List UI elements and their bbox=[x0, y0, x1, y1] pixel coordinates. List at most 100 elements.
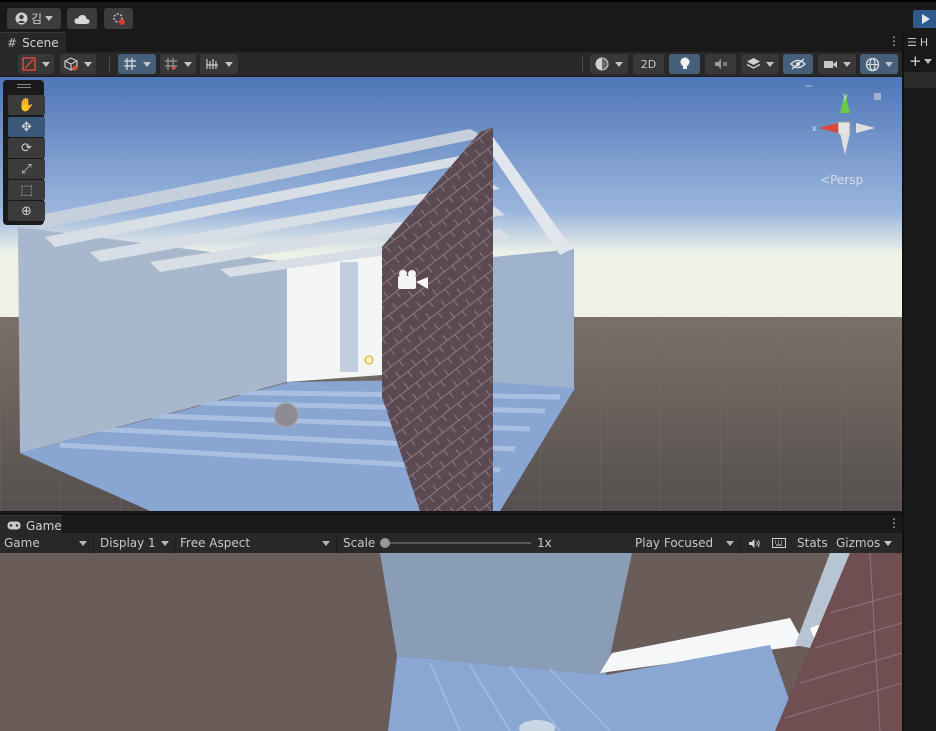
light-bulb-icon bbox=[680, 57, 689, 69]
chevron-down-icon bbox=[322, 541, 330, 546]
toolbar-divider bbox=[582, 57, 583, 72]
hierarchy-row[interactable] bbox=[904, 72, 936, 88]
game-tab-bar: Game ⋮ bbox=[0, 513, 902, 535]
main-toolbar: 김 bbox=[0, 0, 936, 32]
chevron-down-icon bbox=[843, 61, 851, 67]
scene-light-icon bbox=[364, 355, 374, 365]
game-view-dropdown[interactable]: Game bbox=[0, 533, 94, 553]
scale-slider[interactable] bbox=[380, 533, 532, 553]
hierarchy-add-button[interactable]: + bbox=[909, 52, 932, 70]
tool-palette: ✋ ✥ ⟳ ⤢ ⬚ ⊕ bbox=[3, 80, 45, 225]
unity-editor: 김 # Scene ⋮ 2D y x <Persp ✋ ✥ ⟳ ⤢ ⬚ ⊕ Ga… bbox=[0, 0, 936, 731]
collab-button[interactable] bbox=[104, 8, 133, 29]
scene-viewport[interactable]: y x <Persp bbox=[0, 77, 902, 511]
transform-tool[interactable]: ⊕ bbox=[8, 201, 45, 221]
keyboard-toggle[interactable] bbox=[768, 533, 790, 553]
chevron-down-icon bbox=[42, 61, 50, 67]
camera-dropdown[interactable] bbox=[818, 54, 856, 74]
tab-hierarchy-label: H bbox=[919, 35, 929, 49]
scene-visibility-toggle[interactable] bbox=[783, 54, 813, 74]
chevron-down-icon bbox=[923, 58, 932, 64]
chevron-down-icon bbox=[79, 541, 87, 546]
keyboard-icon bbox=[772, 538, 786, 548]
scene-toolbar: 2D bbox=[0, 52, 902, 77]
game-view-label: Game bbox=[4, 536, 40, 550]
scale-label: Scale bbox=[343, 536, 376, 550]
eye-hidden-icon bbox=[790, 58, 806, 70]
camera-icon bbox=[824, 60, 837, 68]
aspect-dropdown[interactable]: Free Aspect bbox=[176, 533, 337, 553]
speaker-icon bbox=[748, 538, 760, 548]
audio-mute-icon bbox=[714, 59, 727, 69]
cloud-button[interactable] bbox=[67, 8, 97, 29]
tab-game-label: Game bbox=[26, 518, 62, 533]
move-icon: ✥ bbox=[21, 119, 32, 135]
move-tool[interactable]: ✥ bbox=[8, 117, 45, 137]
chevron-down-icon bbox=[225, 61, 233, 67]
chevron-down-icon bbox=[884, 540, 892, 546]
tab-scene[interactable]: # Scene bbox=[0, 32, 66, 52]
render-mode-dropdown[interactable] bbox=[60, 54, 96, 74]
persp-arrow-icon: < bbox=[820, 173, 831, 187]
gizmos-dropdown-caret[interactable] bbox=[884, 533, 898, 553]
effects-dropdown[interactable] bbox=[741, 54, 779, 74]
rotate-tool[interactable]: ⟳ bbox=[8, 138, 45, 158]
gizmos-toggle[interactable]: Gizmos bbox=[836, 533, 886, 553]
account-icon bbox=[15, 12, 28, 25]
chevron-down-icon bbox=[726, 541, 734, 546]
2d-toggle[interactable]: 2D bbox=[633, 54, 664, 74]
scale-icon: ⤢ bbox=[21, 161, 32, 177]
scale-slider-track bbox=[386, 542, 531, 544]
rect-tool[interactable]: ⬚ bbox=[8, 180, 45, 200]
align-dropdown[interactable] bbox=[200, 54, 238, 74]
chevron-down-icon bbox=[45, 16, 54, 21]
toolbar-divider bbox=[109, 57, 110, 72]
cube-icon bbox=[64, 57, 78, 71]
game-viewport[interactable] bbox=[0, 553, 902, 731]
grid-hash-icon: # bbox=[7, 35, 18, 50]
draw-mode-dropdown[interactable] bbox=[18, 54, 54, 74]
scene-tab-bar: # Scene ⋮ bbox=[0, 32, 902, 52]
tab-game[interactable]: Game bbox=[0, 515, 62, 535]
svg-text:x: x bbox=[812, 124, 817, 133]
audio-toggle[interactable] bbox=[705, 54, 736, 74]
persp-label[interactable]: <Persp bbox=[820, 173, 863, 187]
2d-toggle-label: 2D bbox=[640, 57, 657, 71]
hierarchy-list-icon: ☰ bbox=[907, 35, 917, 49]
increment-snap-icon bbox=[165, 58, 177, 70]
chevron-down-icon bbox=[184, 61, 192, 67]
chevron-down-icon bbox=[885, 61, 893, 67]
scale-tool[interactable]: ⤢ bbox=[8, 159, 45, 179]
gamepad-icon bbox=[7, 521, 21, 530]
play-button[interactable] bbox=[913, 10, 936, 28]
chevron-down-icon bbox=[766, 61, 774, 67]
palette-handle[interactable] bbox=[17, 84, 31, 88]
grid-snap-dropdown[interactable] bbox=[118, 54, 156, 74]
tab-hierarchy[interactable]: ☰ H bbox=[907, 34, 928, 50]
display-label: Display 1 bbox=[100, 536, 156, 550]
mute-audio-toggle[interactable] bbox=[745, 533, 763, 553]
globe-gizmo-icon bbox=[865, 57, 880, 71]
stats-toggle[interactable]: Stats bbox=[797, 533, 829, 553]
gizmos-dropdown[interactable] bbox=[860, 54, 898, 74]
account-label: 김 bbox=[30, 12, 43, 26]
play-mode-dropdown[interactable]: Play Focused bbox=[631, 533, 741, 553]
increment-snap-dropdown[interactable] bbox=[160, 54, 196, 74]
rotate-icon: ⟳ bbox=[21, 140, 32, 156]
svg-text:y: y bbox=[843, 92, 848, 101]
lighting-toggle[interactable] bbox=[669, 54, 700, 74]
display-dropdown[interactable]: Display 1 bbox=[94, 533, 176, 553]
scale-slider-thumb[interactable] bbox=[380, 538, 390, 548]
grid-snap-icon bbox=[124, 58, 136, 70]
shading-dropdown[interactable] bbox=[590, 54, 628, 74]
account-dropdown[interactable]: 김 bbox=[7, 8, 61, 29]
plus-icon: + bbox=[909, 52, 922, 70]
game-menu-kebab-icon[interactable]: ⋮ bbox=[888, 517, 900, 530]
chevron-down-icon bbox=[84, 61, 92, 67]
game-toolbar: Game Display 1 Free Aspect Scale 1x Play… bbox=[0, 533, 902, 553]
hand-tool[interactable]: ✋ bbox=[8, 95, 45, 115]
stats-label: Stats bbox=[797, 536, 828, 550]
scene-menu-kebab-icon[interactable]: ⋮ bbox=[888, 35, 900, 48]
tab-scene-label: Scene bbox=[22, 35, 59, 50]
play-mode-label: Play Focused bbox=[635, 536, 714, 550]
